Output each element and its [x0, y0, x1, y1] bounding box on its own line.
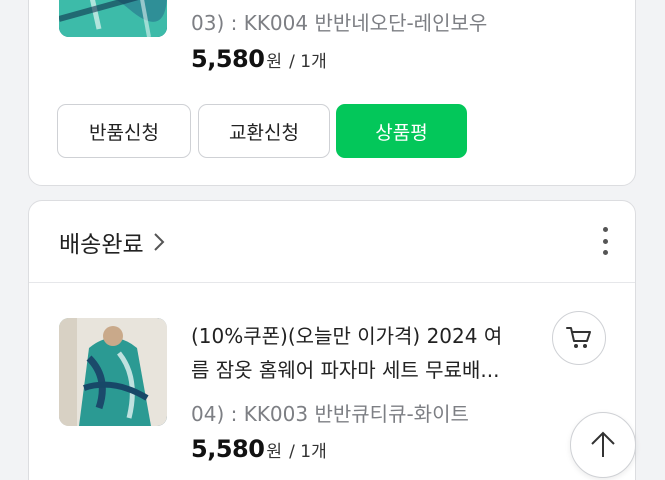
- product-image-pattern-icon: [59, 318, 167, 426]
- more-vertical-icon[interactable]: [601, 227, 609, 255]
- price-line: 5,580 원 / 1개: [191, 435, 327, 463]
- currency: 원: [266, 442, 283, 462]
- price: 5,580: [191, 45, 265, 73]
- write-review-button[interactable]: 상품평: [336, 104, 467, 158]
- product-title[interactable]: (10%쿠폰)(오늘만 이가격) 2024 여 름 잠옷 홈웨어 파자마 세트 …: [191, 319, 551, 387]
- product-thumbnail[interactable]: [59, 0, 167, 37]
- option-text: 04) : KK003 반반큐티큐-화이트: [191, 402, 469, 426]
- quantity: / 1개: [289, 442, 327, 462]
- delivery-status-label: 배송완료: [59, 232, 144, 258]
- arrow-up-icon: [591, 431, 615, 457]
- product-title-line-1: (10%쿠폰)(오늘만 이가격) 2024 여: [191, 324, 503, 348]
- currency: 원: [266, 52, 283, 72]
- product-thumbnail[interactable]: [59, 318, 167, 426]
- scroll-to-top-button[interactable]: [570, 412, 636, 478]
- order-card-1: 03) : KK004 반반네오단-레인보우 5,580 원 / 1개 반품신청 …: [28, 0, 636, 186]
- order-card-2: 배송완료 (10%쿠폰)(오늘만 이가격) 2024 여 름 잠옷 홈웨어 파자…: [28, 200, 636, 480]
- exchange-request-button[interactable]: 교환신청: [198, 104, 330, 158]
- return-request-button[interactable]: 반품신청: [57, 104, 191, 158]
- order-history-page: 03) : KK004 반반네오단-레인보우 5,580 원 / 1개 반품신청 …: [0, 0, 665, 480]
- product-image-pattern-icon: [59, 0, 167, 37]
- price: 5,580: [191, 435, 265, 463]
- chevron-right-icon: [153, 233, 165, 251]
- price-line: 5,580 원 / 1개: [191, 45, 327, 73]
- option-text: 03) : KK004 반반네오단-레인보우: [191, 11, 488, 35]
- cart-icon: [566, 327, 591, 348]
- add-to-cart-button[interactable]: [552, 311, 606, 365]
- product-title-line-2: 름 잠옷 홈웨어 파자마 세트 무료배...: [191, 358, 500, 382]
- quantity: / 1개: [289, 52, 327, 72]
- order-status-header: 배송완료: [29, 201, 635, 283]
- delivery-status-link[interactable]: 배송완료: [59, 225, 166, 259]
